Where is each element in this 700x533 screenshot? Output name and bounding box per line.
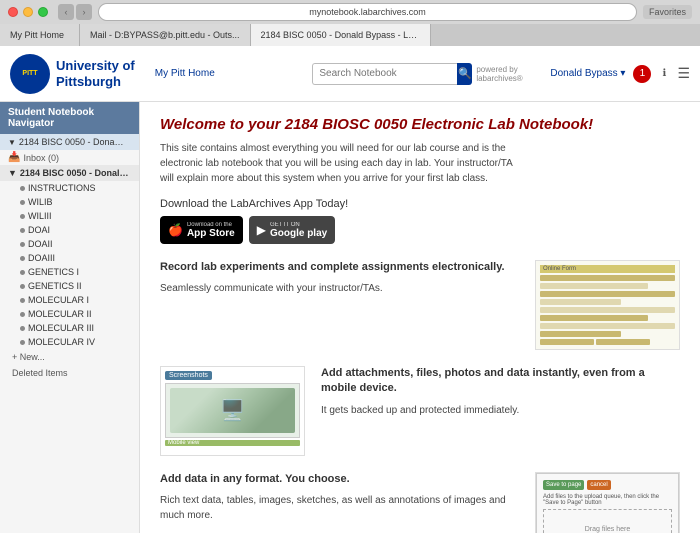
bullet-icon [20,228,25,233]
feature-image-1: Online Form [535,260,680,350]
traffic-lights [8,7,48,17]
tab-labarchives[interactable]: 2184 BISC 0050 - Donald Bypass - LabArch… [251,24,431,46]
back-button[interactable]: ‹ [58,4,74,20]
feature-text-2: Add attachments, files, photos and data … [321,366,680,418]
welcome-text: This site contains almost everything you… [160,141,520,186]
sidebar-item[interactable]: GENETICS II [0,279,139,293]
url-bar[interactable]: mynotebook.labarchives.com [98,3,637,21]
sidebar-deleted[interactable]: Deleted Items [0,365,139,381]
welcome-title: Welcome to your 2184 BIOSC 0050 Electron… [160,116,680,133]
sidebar: Student Notebook Navigator ▼ 2184 BISC 0… [0,102,140,533]
search-button[interactable]: 🔍 [457,63,472,85]
bullet-icon [20,326,25,331]
inbox-icon: 📥 [8,152,20,163]
feature-desc-1: Seamlessly communicate with your instruc… [160,281,519,296]
bullet-icon [20,214,25,219]
tab-mail[interactable]: Mail - D:BYPASS@b.pitt.edu - Outs... [80,24,251,46]
bullet-icon [20,270,25,275]
sidebar-item[interactable]: MOLECULAR IV [0,335,139,349]
google-play-badge[interactable]: ▶ GET IT ON Google play [249,216,335,244]
bullet-icon [20,298,25,303]
bullet-icon [20,256,25,261]
info-icon[interactable]: ℹ [655,65,673,83]
feature-title-2: Add attachments, files, photos and data … [321,366,680,397]
header-right: Donald Bypass ▾ 1 ℹ ☰ [550,65,690,83]
nav-buttons: ‹ › [58,4,92,20]
titlebar: ‹ › mynotebook.labarchives.com Favorites [0,0,700,24]
sidebar-item[interactable]: MOLECULAR II [0,307,139,321]
notification-badge[interactable]: 1 [633,65,651,83]
google-play-icon: ▶ [257,223,266,237]
sidebar-item[interactable]: DOAIII [0,251,139,265]
bullet-icon [20,312,25,317]
bullet-icon [20,340,25,345]
app-header: PITT University of Pittsburgh My Pitt Ho… [0,46,700,102]
minimize-button[interactable] [23,7,33,17]
app-badges: 🍎 Download on the App Store ▶ GET IT ON … [160,216,680,244]
sidebar-new-button[interactable]: + New... [0,349,139,365]
app-store-badge[interactable]: 🍎 Download on the App Store [160,216,243,244]
google-play-label: GET IT ON Google play [270,222,327,239]
sidebar-item[interactable]: GENETICS I [0,265,139,279]
feature-desc-3: Rich text data, tables, images, sketches… [160,493,519,523]
feature-text-3: Add data in any format. You choose. Rich… [160,472,519,523]
feature-text-1: Record lab experiments and complete assi… [160,260,519,296]
sidebar-item[interactable]: MOLECULAR III [0,321,139,335]
url-text: mynotebook.labarchives.com [309,7,426,17]
notebook-arrow-icon: ▼ [8,168,17,178]
app-store-label: Download on the App Store [187,222,235,239]
main-content: Welcome to your 2184 BIOSC 0050 Electron… [140,102,700,533]
feature-title-3: Add data in any format. You choose. [160,472,519,487]
feature-row-3: Add data in any format. You choose. Rich… [160,472,680,533]
bullet-icon [20,284,25,289]
feature-desc-2: It gets backed up and protected immediat… [321,403,680,418]
maximize-button[interactable] [38,7,48,17]
header-icons: 1 ℹ ☰ [633,65,690,83]
forward-button[interactable]: › [76,4,92,20]
download-section: Download the LabArchives App Today! 🍎 Do… [160,198,680,244]
sidebar-item[interactable]: WILIB [0,195,139,209]
bullet-icon [20,200,25,205]
search-input[interactable] [312,63,457,85]
notebook-selector[interactable]: ▼ 2184 BISC 0050 - Donald Bypas... [0,134,139,150]
feature-image-3: Save to page cancel Add files to the upl… [535,472,680,533]
user-name[interactable]: Donald Bypass ▾ [550,68,625,79]
pitt-seal: PITT [10,54,50,94]
app-body: Student Notebook Navigator ▼ 2184 BISC 0… [0,102,700,533]
feature-row-1: Record lab experiments and complete assi… [160,260,680,350]
download-title: Download the LabArchives App Today! [160,198,680,210]
university-name: University of Pittsburgh [56,58,135,89]
feature-row-2: Add attachments, files, photos and data … [160,366,680,456]
sidebar-item[interactable]: MOLECULAR I [0,293,139,307]
close-button[interactable] [8,7,18,17]
sidebar-item[interactable]: INSTRUCTIONS [0,181,139,195]
feature-image-2: Screenshots 🖥️ Mobile view [160,366,305,456]
sidebar-items: INSTRUCTIONSWILIBWILIIIDOAIDOAIIDOAIIIGE… [0,181,139,349]
dropdown-arrow-icon: ▼ [8,138,16,147]
browser-tabs: My Pitt Home Mail - D:BYPASS@b.pitt.edu … [0,24,700,46]
pitt-logo: PITT University of Pittsburgh [10,54,135,94]
sidebar-item[interactable]: WILIII [0,209,139,223]
search-bar: 🔍 powered by labarchives® [312,63,532,85]
favorites-button[interactable]: Favorites [643,5,692,19]
header-nav: My Pitt Home [151,66,219,81]
bullet-icon [20,186,25,191]
sidebar-item[interactable]: DOAI [0,223,139,237]
sidebar-item[interactable]: DOAII [0,237,139,251]
tab-pittHome[interactable]: My Pitt Home [0,24,80,46]
apple-icon: 🍎 [168,223,183,237]
feature-title-1: Record lab experiments and complete assi… [160,260,519,275]
sidebar-notebook[interactable]: ▼ 2184 BISC 0050 - Donald Bypas... [0,165,139,181]
inbox-item[interactable]: 📥 Inbox (0) [0,150,139,165]
nav-item-pittHome[interactable]: My Pitt Home [151,66,219,81]
menu-icon[interactable]: ☰ [677,65,690,82]
bullet-icon [20,242,25,247]
powered-by: powered by labarchives® [476,65,532,83]
sidebar-title: Student Notebook Navigator [0,102,139,134]
